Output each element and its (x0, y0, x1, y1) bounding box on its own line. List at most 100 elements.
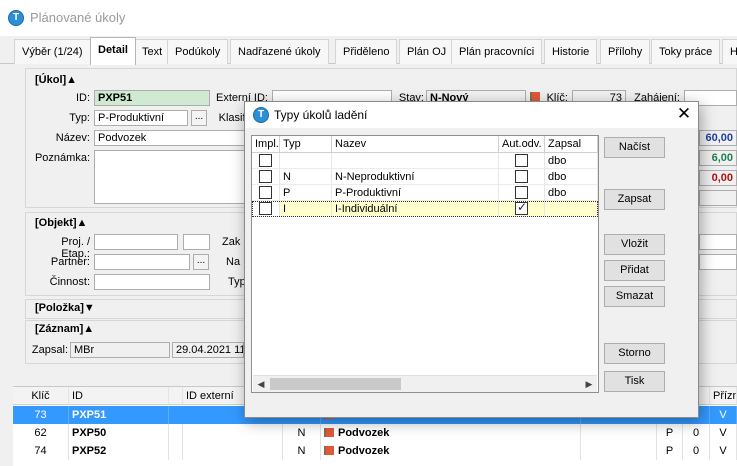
grid-header-klic[interactable]: Klíč (13, 387, 69, 405)
polozka-header[interactable]: [Položka]▼ (35, 302, 95, 314)
partner-browse-button[interactable]: ... (193, 254, 209, 270)
tab-historie[interactable]: Historie (544, 39, 598, 64)
tab-nadrazene-ukoly[interactable]: Nadřazené úkoly (230, 39, 329, 64)
zapsal-date-field[interactable]: 29.04.2021 11 (172, 342, 244, 358)
zaznam-header[interactable]: [Záznam]▲ (35, 323, 94, 335)
nacist-button[interactable]: Načíst (604, 137, 665, 158)
tab-h[interactable]: H (722, 39, 737, 64)
zapsal-field[interactable]: MBr (70, 342, 170, 358)
col-header-typ[interactable]: Typ (280, 136, 332, 153)
list-item[interactable]: P P-Produktivní dbo (252, 185, 598, 201)
row-nazev: Podvozek (321, 442, 581, 460)
typ-field[interactable]: P-Produktivní (94, 110, 188, 126)
nazev-cell: N-Neproduktivní (332, 169, 499, 185)
zapsal-cell: dbo (545, 153, 598, 169)
tab-plan-pracovnici[interactable]: Plán pracovníci (451, 39, 543, 64)
scroll-right-icon[interactable]: ▶ (581, 376, 597, 392)
row-nazev: Podvozek (321, 424, 581, 442)
list-item[interactable]: dbo (252, 153, 598, 169)
col-header-aut-odv[interactable]: Aut.odv. (499, 136, 545, 153)
tab-text[interactable]: Text (134, 39, 171, 64)
nazev-label: Název: (55, 132, 90, 144)
scrollbar-thumb[interactable] (270, 378, 401, 390)
value-green: 6,00 (699, 150, 737, 166)
tab-plan-oj[interactable]: Plán OJ (399, 39, 455, 64)
ukol-header[interactable]: [Úkol]▲ (35, 74, 77, 86)
row-x (581, 424, 657, 442)
smazat-button[interactable]: Smazat (604, 286, 665, 307)
list-item[interactable]: N N-Neproduktivní dbo (252, 169, 598, 185)
impl-checkbox[interactable] (259, 186, 272, 199)
impl-checkbox[interactable] (259, 154, 272, 167)
partner-field[interactable] (94, 254, 190, 270)
pridat-button[interactable]: Přidat (604, 260, 665, 281)
grid-header-id[interactable]: ID (69, 387, 169, 405)
scroll-left-icon[interactable]: ◀ (253, 376, 269, 392)
impl-checkbox[interactable] (259, 170, 272, 183)
value-red: 0,00 (699, 170, 737, 186)
table-row[interactable]: 74 PXP52 N Podvozek P 0 V (13, 442, 737, 460)
poznamka-field[interactable] (94, 150, 254, 204)
row-externi (183, 424, 283, 442)
row-v: V (710, 424, 737, 442)
row-v: V (710, 442, 737, 460)
grid-header-priznak[interactable]: Přízn (710, 387, 737, 405)
aut-odv-checkbox[interactable] (515, 186, 528, 199)
nazev-cell (332, 153, 499, 169)
typ-cell: P (280, 185, 332, 201)
klasifikace-label: Klasifi (218, 112, 248, 124)
row-id: PXP52 (69, 442, 169, 460)
list-item[interactable]: I I-Individuální (252, 201, 598, 217)
dialog-app-icon: T (253, 107, 269, 123)
tisk-button[interactable]: Tisk (604, 371, 665, 392)
horizontal-scrollbar[interactable]: ◀ ▶ (253, 375, 597, 392)
objekt-right-field-1[interactable] (699, 234, 737, 250)
aut-odv-checkbox[interactable] (515, 154, 528, 167)
vlozit-button[interactable]: Vložit (604, 234, 665, 255)
main-title-bar: T Plánované úkoly (0, 0, 737, 36)
row-klic: 62 (13, 424, 69, 442)
zapsal-cell: dbo (545, 185, 598, 201)
tab-prideleno[interactable]: Přiděleno (335, 39, 398, 64)
row-klic: 74 (13, 442, 69, 460)
poznamka-label: Poznámka: (34, 152, 90, 164)
projekt-field[interactable] (94, 234, 178, 250)
row-x (581, 442, 657, 460)
tab-podukoly[interactable]: Podúkoly (167, 39, 229, 64)
objekt-header[interactable]: [Objekt]▲ (35, 217, 87, 229)
tab-detail[interactable]: Detail (90, 37, 136, 65)
row-p: P (657, 424, 683, 442)
col-header-impl[interactable]: Impl. (252, 136, 280, 153)
zapsat-button[interactable]: Zapsat (604, 189, 665, 210)
typ-cell: N (280, 169, 332, 185)
task-app-icon: T (8, 10, 24, 26)
tab-prilohy[interactable]: Přílohy (600, 39, 651, 64)
nazev-field[interactable]: Podvozek (94, 130, 254, 146)
typ-cell (280, 153, 332, 169)
close-icon[interactable]: ✕ (673, 104, 695, 124)
tab-toky-prace[interactable]: Toky práce (651, 39, 721, 64)
aut-cell (499, 153, 545, 169)
id-field[interactable]: PXP51 (94, 90, 210, 106)
zakazka-label: Zak (222, 236, 241, 248)
aut-cell (499, 185, 545, 201)
tab-vyber[interactable]: Výběr (1/24) (14, 39, 91, 64)
row-sep (169, 424, 183, 442)
table-row[interactable]: 62 PXP50 N Podvozek P 0 V (13, 424, 737, 442)
row-klic: 73 (13, 406, 69, 424)
objekt-right-field-2[interactable] (699, 254, 737, 270)
value-blue: 60,00 (699, 130, 737, 146)
etapa-field[interactable] (183, 234, 210, 250)
aut-odv-checkbox[interactable] (515, 170, 528, 183)
impl-cell (252, 153, 280, 169)
typ-browse-button[interactable]: ... (191, 110, 207, 126)
cinnost-field[interactable] (94, 274, 210, 290)
row-o: 0 (683, 442, 710, 460)
col-header-zapsal[interactable]: Zapsal (545, 136, 598, 153)
flag-icon (324, 446, 334, 455)
col-header-nazev[interactable]: Nazev (332, 136, 499, 153)
grid-header-sep (169, 387, 183, 405)
id-label: ID: (75, 92, 90, 104)
row-id: PXP50 (69, 424, 169, 442)
storno-button[interactable]: Storno (604, 343, 665, 364)
